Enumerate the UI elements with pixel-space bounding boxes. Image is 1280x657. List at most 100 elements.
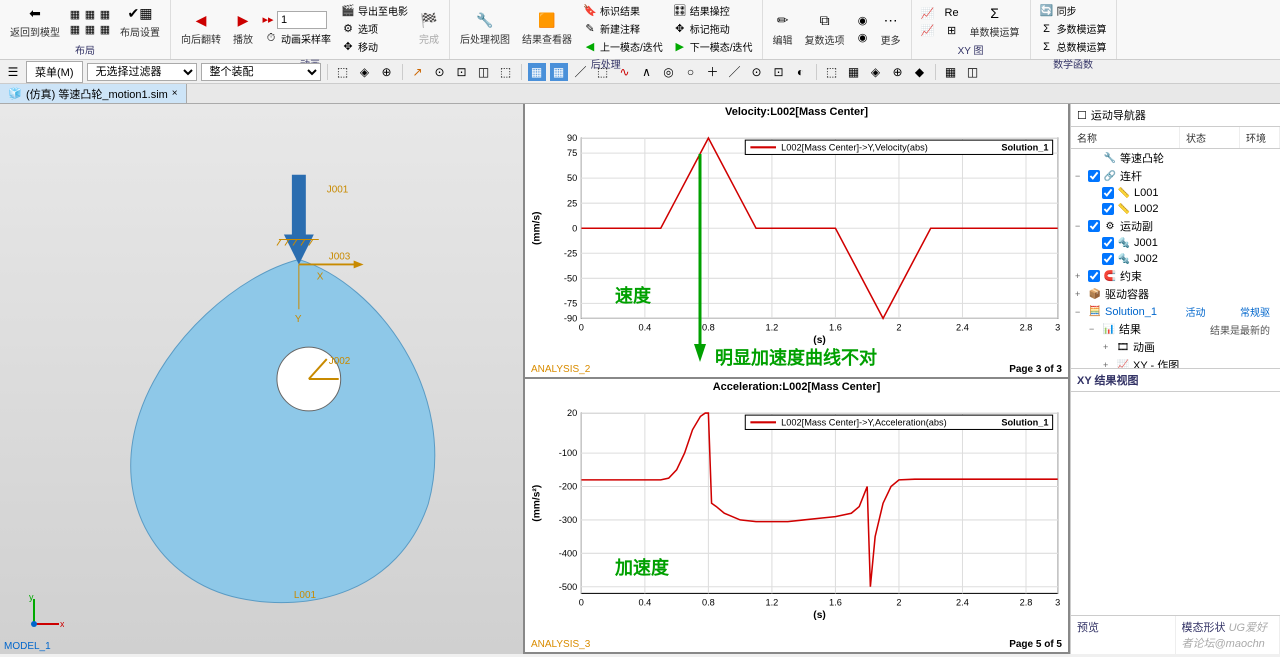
tb-icon[interactable]: ∿ [616, 63, 634, 81]
layout-icon-6[interactable]: ▦ [98, 22, 112, 36]
layout-icon-3[interactable]: ▦ [98, 7, 112, 21]
tree-checkbox[interactable] [1088, 170, 1100, 182]
tb-icon[interactable]: ◫ [964, 63, 982, 81]
layout-icon-1[interactable]: ▦ [68, 7, 82, 21]
xy-icon-2[interactable]: 📈 [918, 22, 938, 38]
tree-toggle-icon[interactable]: + [1075, 289, 1085, 299]
col-env[interactable]: 环境 [1240, 127, 1280, 148]
result-viewer-button[interactable]: 🟧结果查看器 [518, 9, 576, 48]
layout-icon-4[interactable]: ▦ [68, 22, 82, 36]
tree-row[interactable]: −🔗连杆 [1071, 167, 1280, 185]
tb-icon[interactable]: ◆ [911, 63, 929, 81]
tree-row[interactable]: 📏L002 [1071, 201, 1280, 217]
modal-label[interactable]: 模态形状 UG爱好者论坛@maochn [1176, 616, 1280, 654]
tree-row[interactable]: +📦驱动容器 [1071, 285, 1280, 303]
tree-row[interactable]: +📈XY - 作图 [1071, 356, 1280, 369]
nav-back-button[interactable]: ◀ 向后翻转 [177, 9, 225, 48]
tree-toggle-icon[interactable]: + [1075, 271, 1085, 281]
next-iter-button[interactable]: ▶下一模态/迭代 [670, 38, 756, 55]
tree-toggle-icon[interactable]: + [1103, 342, 1113, 352]
filter-select[interactable]: 无选择过滤器 [87, 63, 197, 81]
tree-row[interactable]: +🧲约束 [1071, 267, 1280, 285]
navigator-tree[interactable]: 🔧等速凸轮−🔗连杆📏L001📏L002−⚙运动副🔩J001🔩J002+🧲约束+📦… [1071, 149, 1280, 369]
tree-checkbox[interactable] [1102, 237, 1114, 249]
move-button[interactable]: ✥移动 [338, 38, 411, 55]
xy-icon-4[interactable]: ⊞ [942, 22, 962, 38]
export-movie-button[interactable]: 🎬导出至电影 [338, 2, 411, 19]
xy-icon-3[interactable]: Re [942, 5, 962, 21]
play-button[interactable]: ▶ 播放 [229, 9, 257, 48]
tb-icon[interactable]: ◈ [356, 63, 374, 81]
xy-icon-1[interactable]: 📈 [918, 5, 938, 21]
new-annot-button[interactable]: ✎新建注释 [580, 20, 666, 37]
tb-icon[interactable]: ⊡ [770, 63, 788, 81]
tree-checkbox[interactable] [1088, 220, 1100, 232]
tree-checkbox[interactable] [1102, 253, 1114, 265]
tree-row[interactable]: 🔩J001 [1071, 235, 1280, 251]
tb-icon[interactable]: ⊡ [453, 63, 471, 81]
tb-icon[interactable]: ↗ [409, 63, 427, 81]
tb-icon[interactable]: ◎ [660, 63, 678, 81]
layout-settings-button[interactable]: ✔▦ 布局设置 [116, 2, 164, 41]
tb-icon[interactable]: ⬚ [334, 63, 352, 81]
prev-iter-button[interactable]: ◀上一模态/迭代 [580, 38, 666, 55]
tb-icon[interactable]: ⬚ [823, 63, 841, 81]
xy-result-view-body[interactable] [1071, 392, 1280, 615]
tree-row[interactable]: −⚙运动副 [1071, 217, 1280, 235]
more-button[interactable]: ⋯更多 [877, 10, 905, 49]
assembly-select[interactable]: 整个装配 [201, 63, 321, 81]
tb-icon[interactable]: ◈ [867, 63, 885, 81]
misc-2[interactable]: ◉ [853, 30, 873, 46]
mark-result-button[interactable]: 🔖标识结果 [580, 2, 666, 19]
tree-row[interactable]: +🎞动画 [1071, 338, 1280, 356]
multi-calc-button[interactable]: Σ多数模运算 [1037, 20, 1110, 37]
tree-row[interactable]: −📊结果结果是最新的 [1071, 320, 1280, 338]
tb-icon[interactable]: ○ [682, 63, 700, 81]
preview-label[interactable]: 预览 [1071, 616, 1176, 654]
mark-drag-button[interactable]: ✥标记拖动 [670, 20, 756, 37]
edit-button[interactable]: ✏编辑 [769, 10, 797, 49]
tree-toggle-icon[interactable]: − [1075, 221, 1085, 231]
result-control-button[interactable]: 🎛结果操控 [670, 2, 756, 19]
tree-row[interactable]: 📏L001 [1071, 185, 1280, 201]
tb-icon[interactable]: ◫ [475, 63, 493, 81]
tb-icon[interactable]: ▦ [942, 63, 960, 81]
frame-input[interactable] [277, 11, 327, 29]
accel-chart-pane[interactable]: Acceleration:L002[Mass Center] 00.40.81.… [525, 379, 1068, 654]
tree-checkbox[interactable] [1088, 270, 1100, 282]
tree-toggle-icon[interactable]: − [1075, 307, 1085, 317]
tb-icon[interactable]: ⊙ [748, 63, 766, 81]
tb-icon[interactable]: ⊕ [889, 63, 907, 81]
layout-icon-5[interactable]: ▦ [83, 22, 97, 36]
menu-button[interactable]: 菜单(M) [26, 61, 83, 83]
tree-checkbox[interactable] [1102, 187, 1114, 199]
tb-icon[interactable]: ⊕ [378, 63, 396, 81]
tb-icon[interactable]: ▦ [528, 63, 546, 81]
menu-icon[interactable]: ☰ [4, 63, 22, 81]
single-calc-button[interactable]: Σ单数模运算 [966, 2, 1024, 41]
tb-icon[interactable]: ／ [572, 63, 590, 81]
tb-icon[interactable]: ⬚ [594, 63, 612, 81]
tree-toggle-icon[interactable]: − [1089, 324, 1099, 334]
tree-row[interactable]: −🧮Solution_1活动常规驱 [1071, 303, 1280, 320]
tab-sim-file[interactable]: 🧊 (仿真) 等速凸轮_motion1.sim × [0, 84, 187, 103]
tb-icon[interactable]: ＋ [704, 63, 722, 81]
model-viewport[interactable]: X Y J001 J003 J002 L001 x y MODEL_1 [0, 104, 525, 654]
post-view-button[interactable]: 🔧后处理视图 [456, 9, 514, 48]
more-options-button[interactable]: ⧉复数选项 [801, 10, 849, 49]
return-to-model-button[interactable]: ⬅ 返回到模型 [6, 2, 64, 41]
finish-button[interactable]: 🏁 完成 [415, 9, 443, 48]
tb-icon[interactable]: ∧ [638, 63, 656, 81]
anim-options-button[interactable]: ⚙选项 [338, 20, 411, 37]
tb-icon[interactable]: ／ [726, 63, 744, 81]
layout-icon-2[interactable]: ▦ [83, 7, 97, 21]
tab-close-icon[interactable]: × [172, 88, 178, 99]
tb-icon[interactable]: ◐ [792, 63, 810, 81]
tree-row[interactable]: 🔩J002 [1071, 251, 1280, 267]
sync-button[interactable]: 🔄同步 [1037, 2, 1110, 19]
step-fwd-icon[interactable]: ▸▸ [261, 13, 275, 27]
tb-icon[interactable]: ⬚ [497, 63, 515, 81]
tb-icon[interactable]: ▦ [550, 63, 568, 81]
total-calc-button[interactable]: Σ总数模运算 [1037, 38, 1110, 55]
col-name[interactable]: 名称 [1071, 127, 1180, 148]
